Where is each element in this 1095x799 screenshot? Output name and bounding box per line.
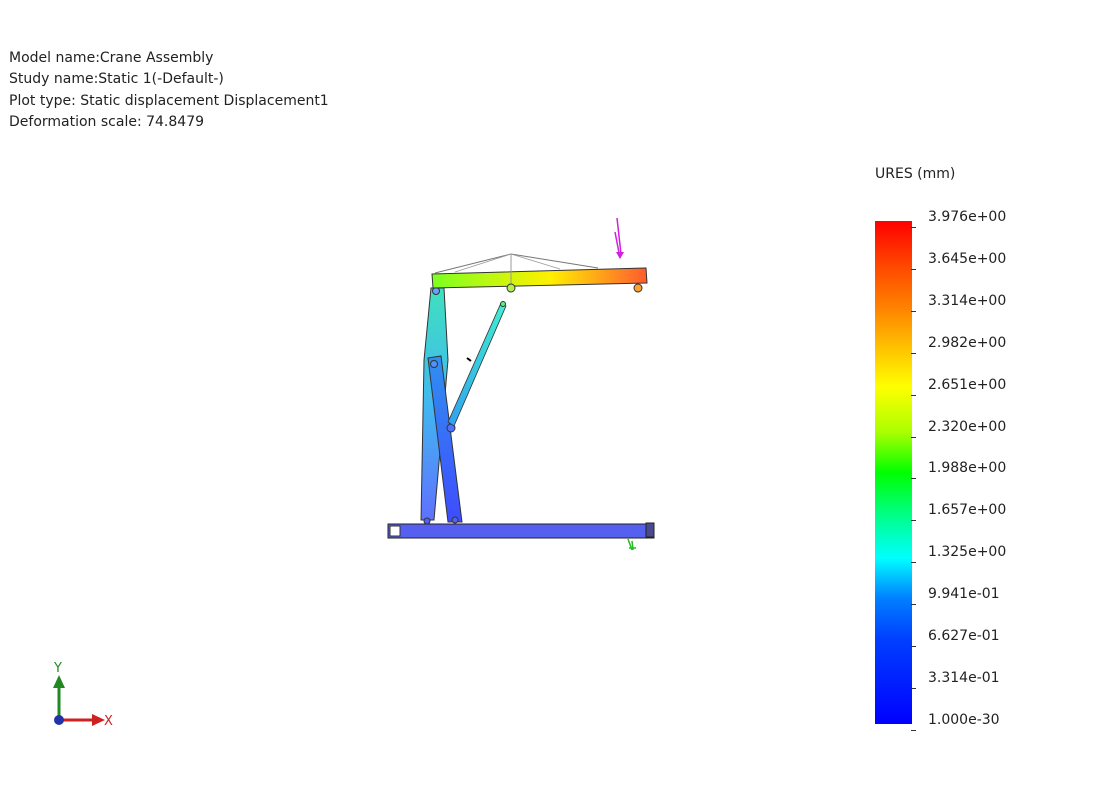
load-arrow-icon [614, 217, 624, 259]
crane-boom [431, 253, 648, 293]
crane-model: Y X [53, 217, 655, 729]
y-axis-label: Y [53, 661, 62, 676]
base-beam [387, 522, 655, 539]
axis-triad: Y X [53, 661, 113, 729]
hydraulic-piston [447, 301, 507, 427]
small-mark [466, 357, 472, 362]
fixture-icon [627, 538, 636, 551]
x-axis-label: X [104, 714, 113, 729]
